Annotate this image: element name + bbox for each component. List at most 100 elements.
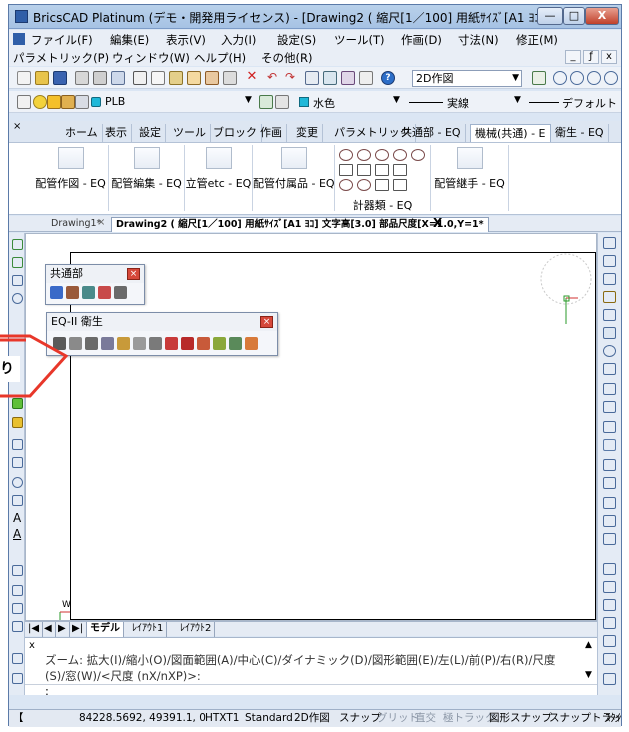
zoom-out-icon[interactable] (570, 71, 584, 85)
lengthen-icon[interactable] (603, 515, 616, 527)
redo-icon[interactable]: ↷ (283, 71, 297, 85)
common-tool-icon[interactable] (114, 286, 127, 299)
ellipse-tool-icon[interactable] (12, 477, 23, 488)
meter-icon[interactable] (393, 164, 407, 176)
layer-manager-icon[interactable] (17, 95, 31, 109)
status-ortho[interactable]: 直交 (415, 710, 436, 726)
scroll-up-icon[interactable]: ▲ (585, 640, 592, 650)
menu-other[interactable]: その他(R) (261, 50, 312, 66)
fixture-icon[interactable] (229, 337, 242, 350)
cut-icon[interactable] (133, 71, 147, 85)
status-text-style[interactable]: HTXT1 (205, 710, 239, 726)
gauge-icon[interactable] (393, 149, 407, 161)
ribbon-collapse-icon[interactable]: × (13, 121, 21, 132)
delete-icon[interactable]: ✕ (245, 70, 259, 85)
fixture-icon[interactable] (245, 337, 258, 350)
menu-tools[interactable]: ツール(T) (334, 32, 385, 48)
break-icon[interactable] (603, 421, 616, 433)
pedit-icon[interactable] (603, 563, 616, 575)
fixture-icon[interactable] (117, 337, 130, 350)
explorer-icon[interactable] (323, 71, 337, 85)
array-icon[interactable] (603, 327, 616, 339)
status-polar[interactable]: 極トラック (443, 710, 496, 726)
publish-icon[interactable] (111, 71, 125, 85)
open-icon[interactable] (35, 71, 49, 85)
attribute-icon[interactable] (12, 653, 23, 664)
menu-input[interactable]: 入力(I) (221, 32, 256, 48)
properties-icon[interactable] (305, 71, 319, 85)
block-write-icon[interactable] (12, 603, 23, 614)
make-current-layer-icon[interactable] (259, 95, 273, 109)
align-icon[interactable] (603, 533, 616, 545)
command-input[interactable]: : (45, 684, 49, 698)
paste-icon[interactable] (169, 71, 183, 85)
text-tool-icon[interactable]: A (13, 511, 21, 525)
block-edit-icon[interactable] (12, 621, 23, 632)
tool-palette-icon[interactable] (341, 71, 355, 85)
meter-icon[interactable] (339, 164, 353, 176)
close-icon[interactable]: X (433, 216, 442, 230)
spline-edit-icon[interactable] (603, 581, 616, 593)
fixture-icon[interactable] (149, 337, 162, 350)
close-icon[interactable]: × (97, 217, 105, 228)
linetype-value[interactable]: 実線 (447, 95, 469, 111)
offset-icon[interactable] (603, 273, 616, 285)
common-tool-icon[interactable] (66, 286, 79, 299)
copy-icon[interactable] (151, 71, 165, 85)
fixture-icon[interactable] (101, 337, 114, 350)
fixture-icon[interactable] (197, 337, 210, 350)
tab-common-eq[interactable]: 共通部 - EQ (397, 124, 466, 142)
mdi-close-button[interactable]: x (601, 50, 617, 64)
common-tool-icon[interactable] (82, 286, 95, 299)
doc-tab-drawing2[interactable]: Drawing2 ( 縮尺[1／100] 用紙ｻｲｽﾞ[A1 ﾖｺ] 文字高[3… (111, 217, 489, 232)
tab-sanitary-eq[interactable]: 衛生 - EQ (551, 124, 609, 142)
status-dim-style[interactable]: Standard (245, 710, 293, 726)
stretch-icon[interactable] (603, 383, 616, 395)
tab-tools[interactable]: ツール (169, 124, 211, 142)
clipboard-icon[interactable] (223, 71, 237, 85)
prev-layout-button[interactable]: ◀ (41, 622, 56, 637)
meter-icon[interactable] (393, 179, 407, 191)
help-icon[interactable]: ? (381, 71, 395, 85)
ribbon-group-instruments[interactable]: 計器類 - EQ (335, 145, 431, 212)
fixture-icon[interactable] (213, 337, 226, 350)
copy-object-icon[interactable] (603, 255, 616, 267)
menu-edit[interactable]: 編集(E) (110, 32, 149, 48)
gauge-icon[interactable] (357, 149, 371, 161)
chevron-down-icon[interactable]: ▼ (393, 95, 400, 105)
mdi-minimize-button[interactable]: _ (565, 50, 581, 64)
join-icon[interactable] (603, 439, 616, 451)
layer-lock-icon[interactable] (61, 95, 75, 109)
mdi-restore-button[interactable]: ƒ (583, 50, 599, 64)
fixture-icon[interactable] (85, 337, 98, 350)
menu-draw[interactable]: 作画(D) (401, 32, 442, 48)
dimension-edit-icon[interactable] (603, 673, 616, 685)
chamfer-icon[interactable] (603, 459, 616, 471)
block-insert-icon[interactable] (12, 565, 23, 576)
common-tool-icon[interactable] (50, 286, 63, 299)
layer-print-icon[interactable] (75, 95, 89, 109)
save-icon[interactable] (53, 71, 67, 85)
undo-icon[interactable]: ↶ (265, 71, 279, 85)
revcloud-icon[interactable] (12, 457, 23, 468)
status-grid[interactable]: グリッド (377, 710, 419, 726)
tab-model[interactable]: モデル (87, 622, 124, 637)
ribbon-group-riser[interactable]: 立管etc - EQ (185, 145, 253, 211)
menu-window[interactable]: ウィンドウ(W) (112, 50, 190, 66)
scale-icon[interactable] (603, 363, 616, 375)
status-snap[interactable]: スナップ (339, 710, 381, 726)
zoom-extents-icon[interactable] (587, 71, 601, 85)
rotate-icon[interactable] (603, 345, 616, 357)
gauge-icon[interactable] (357, 179, 371, 191)
chevron-down-icon[interactable]: ▼ (514, 95, 521, 105)
menu-settings[interactable]: 設定(S) (277, 32, 316, 48)
tab-home[interactable]: ホーム (61, 124, 103, 142)
line-tool-icon[interactable] (12, 239, 23, 250)
scroll-down-icon[interactable]: ▼ (585, 670, 592, 680)
menu-dimension[interactable]: 寸法(N) (458, 32, 499, 48)
text-edit-icon[interactable] (603, 653, 616, 665)
tab-settings[interactable]: 設定 (135, 124, 166, 142)
tab-block[interactable]: ブロック (209, 124, 262, 142)
zoom-window-icon[interactable] (532, 71, 546, 85)
new-icon[interactable] (17, 71, 31, 85)
